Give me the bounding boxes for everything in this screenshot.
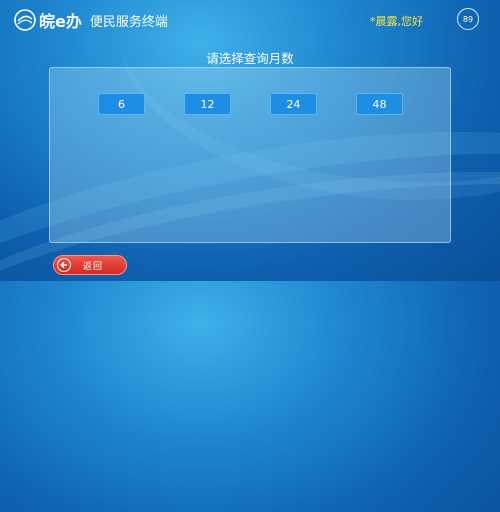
month-48-button[interactable]: 48 [356, 93, 403, 115]
month-6-button[interactable]: 6 [98, 93, 145, 115]
back-arrow-icon [57, 258, 71, 272]
app-logo: 皖e办 便民服务终端 [14, 8, 168, 32]
terminal-subtitle: 便民服务终端 [89, 14, 168, 30]
month-12-button[interactable]: 12 [184, 93, 231, 115]
logo-text: 皖e办 [39, 12, 82, 31]
back-button-label: 返回 [83, 261, 104, 272]
user-greeting: *晨露,您好 [370, 15, 423, 28]
logo-icon [14, 9, 36, 31]
month-selection-panel: 6 12 24 48 [49, 67, 451, 243]
month-24-button[interactable]: 24 [270, 93, 317, 115]
countdown-timer: 89 [457, 8, 479, 30]
back-button[interactable]: 返回 [53, 255, 127, 275]
page-title: 请选择查询月数 [206, 51, 294, 66]
